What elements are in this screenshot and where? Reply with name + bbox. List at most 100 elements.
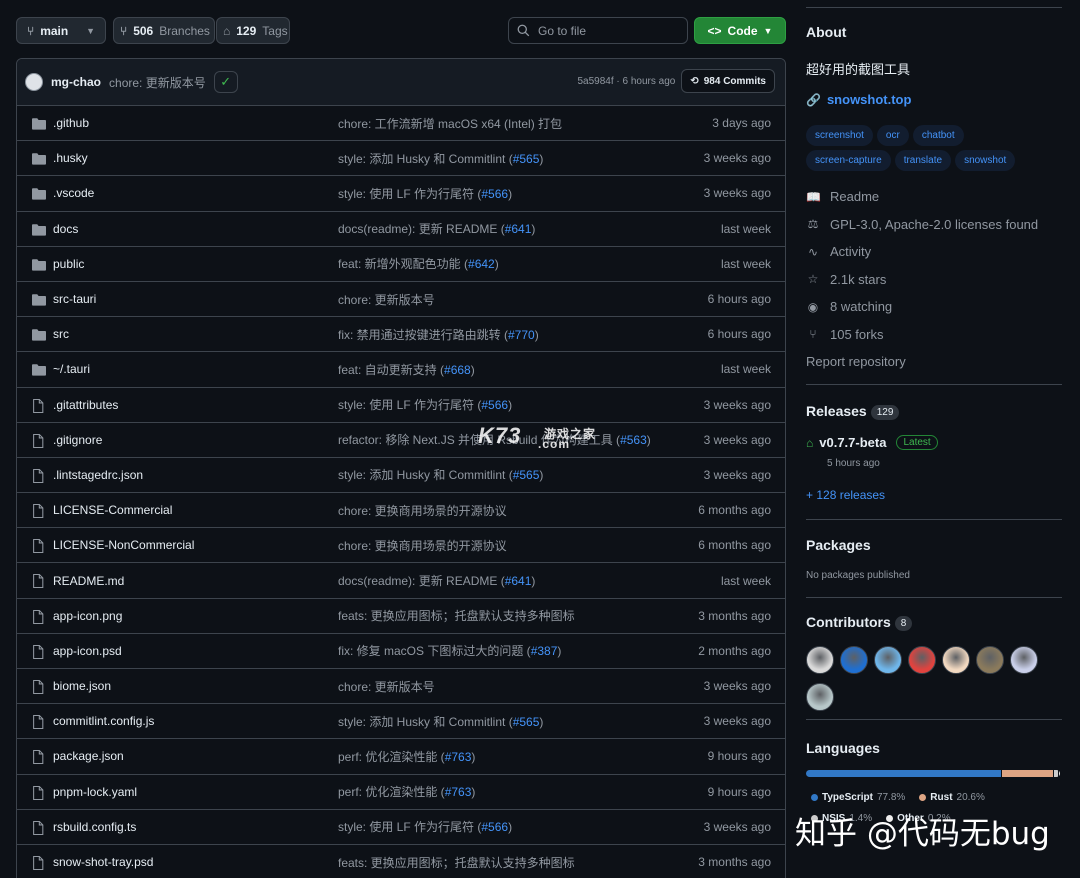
avatar[interactable] xyxy=(874,646,902,674)
avatar[interactable] xyxy=(806,646,834,674)
topic-tag[interactable]: snowshot xyxy=(955,150,1016,171)
commit-message-link[interactable]: perf: 优化渲染性能 (#763) xyxy=(338,783,475,800)
file-row[interactable]: .lintstagedrc.json style: 添加 Husky 和 Comm… xyxy=(17,458,785,494)
pr-link[interactable]: #763 xyxy=(445,750,472,764)
file-row[interactable]: pnpm-lock.yaml perf: 优化渲染性能 (#763) 9 hours… xyxy=(17,775,785,810)
avatar[interactable] xyxy=(942,646,970,674)
packages-heading[interactable]: Packages xyxy=(806,537,871,553)
commit-message-link[interactable]: fix: 禁用通过按键进行路由跳转 (#770) xyxy=(338,326,539,343)
meta-item[interactable]: ◉ 8 watching xyxy=(806,293,1062,321)
file-row[interactable]: app-icon.psd fix: 修复 macOS 下图标过大的问题 (#387… xyxy=(17,634,785,669)
file-name[interactable]: src xyxy=(53,327,69,341)
file-name[interactable]: .vscode xyxy=(53,186,94,200)
meta-item[interactable]: ⑂ 105 forks xyxy=(806,321,1062,349)
pr-link[interactable]: #668 xyxy=(444,363,471,377)
topic-tag[interactable]: chatbot xyxy=(912,125,964,146)
commit-author[interactable]: mg-chao xyxy=(51,75,101,89)
commit-message-link[interactable]: feats: 更换应用图标；托盘默认支持多种图标 xyxy=(338,607,575,624)
commit-message-link[interactable]: style: 使用 LF 作为行尾符 (#566) xyxy=(338,396,512,413)
commit-message-link[interactable]: style: 使用 LF 作为行尾符 (#566) xyxy=(338,185,512,202)
tags-link[interactable]: ⌂ 129 Tags xyxy=(216,17,290,44)
file-row[interactable]: src fix: 禁用通过按键进行路由跳转 (#770) 6 hours ago xyxy=(17,317,785,353)
avatar[interactable] xyxy=(976,646,1004,674)
commit-message-link[interactable]: feats: 更换应用图标；托盘默认支持多种图标 xyxy=(338,854,575,871)
file-row[interactable]: .github chore: 工作流新增 macOS x64 (Intel) 打包… xyxy=(17,106,785,142)
avatar[interactable] xyxy=(806,683,834,711)
file-name[interactable]: pnpm-lock.yaml xyxy=(53,785,137,799)
file-row[interactable]: app-icon.png feats: 更换应用图标；托盘默认支持多种图标 3 mo… xyxy=(17,599,785,634)
meta-item[interactable]: ∿ Activity xyxy=(806,238,1062,266)
commit-message-link[interactable]: style: 使用 LF 作为行尾符 (#566) xyxy=(338,818,512,835)
pr-link[interactable]: #565 xyxy=(513,715,540,729)
avatar[interactable] xyxy=(840,646,868,674)
commits-button[interactable]: ⟲ 984 Commits xyxy=(681,69,775,93)
avatar[interactable] xyxy=(1010,646,1038,674)
meta-item[interactable]: ⚖ GPL-3.0, Apache-2.0 licenses found xyxy=(806,211,1062,239)
file-row[interactable]: rsbuild.config.ts style: 使用 LF 作为行尾符 (#56… xyxy=(17,810,785,845)
commit-message-link[interactable]: chore: 更换商用场景的开源协议 xyxy=(338,502,507,519)
commit-message-link[interactable]: chore: 更换商用场景的开源协议 xyxy=(338,537,507,554)
latest-release[interactable]: ⌂ v0.7.7-beta Latest xyxy=(806,435,938,450)
avatar[interactable] xyxy=(908,646,936,674)
more-releases-link[interactable]: + 128 releases xyxy=(806,488,885,502)
file-name[interactable]: LICENSE-Commercial xyxy=(53,503,172,517)
file-name[interactable]: commitlint.config.js xyxy=(53,714,154,728)
file-row[interactable]: .gitignore refactor: 移除 Next.JS 并使用 Rsbui… xyxy=(17,423,785,458)
file-name[interactable]: src-tauri xyxy=(53,292,96,306)
pr-link[interactable]: #566 xyxy=(481,820,508,834)
file-row[interactable]: commitlint.config.js style: 添加 Husky 和 Co… xyxy=(17,704,785,740)
file-row[interactable]: .gitattributes style: 使用 LF 作为行尾符 (#566) 3… xyxy=(17,388,785,423)
commit-message-link[interactable]: chore: 更新版本号 xyxy=(338,678,435,695)
pr-link[interactable]: #387 xyxy=(531,644,558,658)
releases-heading[interactable]: Releases 129 xyxy=(806,403,900,421)
homepage-link[interactable]: 🔗 snowshot.top xyxy=(806,92,911,107)
file-name[interactable]: .github xyxy=(53,116,89,130)
file-row[interactable]: package.json perf: 优化渲染性能 (#763) 9 hours a… xyxy=(17,739,785,775)
file-row[interactable]: .vscode style: 使用 LF 作为行尾符 (#566) 3 weeks … xyxy=(17,176,785,212)
pr-link[interactable]: #641 xyxy=(505,574,532,588)
avatar[interactable] xyxy=(25,73,43,91)
commit-message-link[interactable]: style: 添加 Husky 和 Commitlint (#565) xyxy=(338,713,543,730)
file-row[interactable]: LICENSE-NonCommercial chore: 更换商用场景的开源协议 6… xyxy=(17,528,785,564)
language-item[interactable]: TypeScript 77.8% xyxy=(811,787,905,808)
commit-message-link[interactable]: feat: 新增外观配色功能 (#642) xyxy=(338,255,499,272)
pr-link[interactable]: #641 xyxy=(505,222,532,236)
pr-link[interactable]: #770 xyxy=(508,328,535,342)
commit-message-link[interactable]: docs(readme): 更新 README (#641) xyxy=(338,572,535,589)
topic-tag[interactable]: ocr xyxy=(876,125,909,146)
contributors-heading[interactable]: Contributors 8 xyxy=(806,614,913,632)
branch-selector[interactable]: ⑂ main ▼ xyxy=(16,17,106,44)
report-repository-link[interactable]: Report repository xyxy=(806,354,906,369)
file-name[interactable]: snow-shot-tray.psd xyxy=(53,855,153,869)
file-name[interactable]: .gitignore xyxy=(53,433,102,447)
commit-message-link[interactable]: perf: 优化渲染性能 (#763) xyxy=(338,748,475,765)
commit-message-link[interactable]: style: 添加 Husky 和 Commitlint (#565) xyxy=(338,150,543,167)
file-row[interactable]: biome.json chore: 更新版本号 3 weeks ago xyxy=(17,669,785,705)
meta-item[interactable]: 📖 Readme xyxy=(806,183,1062,211)
commit-message-link[interactable]: docs(readme): 更新 README (#641) xyxy=(338,220,535,237)
file-name[interactable]: README.md xyxy=(53,574,124,588)
language-item[interactable]: Rust 20.6% xyxy=(919,787,985,808)
commit-message-link[interactable]: fix: 修复 macOS 下图标过大的问题 (#387) xyxy=(338,642,561,659)
file-name[interactable]: .gitattributes xyxy=(53,398,118,412)
file-name[interactable]: rsbuild.config.ts xyxy=(53,820,136,834)
pr-link[interactable]: #565 xyxy=(513,152,540,166)
code-button[interactable]: <> Code ▼ xyxy=(694,17,786,44)
file-name[interactable]: biome.json xyxy=(53,679,111,693)
pr-link[interactable]: #566 xyxy=(481,398,508,412)
meta-item[interactable]: ☆ 2.1k stars xyxy=(806,266,1062,294)
commit-message[interactable]: chore: 更新版本号 xyxy=(109,74,206,91)
go-to-file-input[interactable]: Go to file xyxy=(508,17,688,44)
file-row[interactable]: src-tauri chore: 更新版本号 6 hours ago xyxy=(17,282,785,318)
commit-message-link[interactable]: style: 添加 Husky 和 Commitlint (#565) xyxy=(338,466,543,483)
pr-link[interactable]: #763 xyxy=(445,785,472,799)
file-name[interactable]: app-icon.psd xyxy=(53,644,122,658)
file-name[interactable]: .lintstagedrc.json xyxy=(53,468,143,482)
file-row[interactable]: ~/.tauri feat: 自动更新支持 (#668) last week xyxy=(17,352,785,388)
commit-hash-time[interactable]: 5a5984f · 6 hours ago xyxy=(578,76,676,87)
topic-tag[interactable]: screenshot xyxy=(806,125,873,146)
pr-link[interactable]: #563 xyxy=(620,433,647,447)
file-row[interactable]: README.md docs(readme): 更新 README (#641) l… xyxy=(17,563,785,599)
file-name[interactable]: app-icon.png xyxy=(53,609,122,623)
file-name[interactable]: public xyxy=(53,257,84,271)
